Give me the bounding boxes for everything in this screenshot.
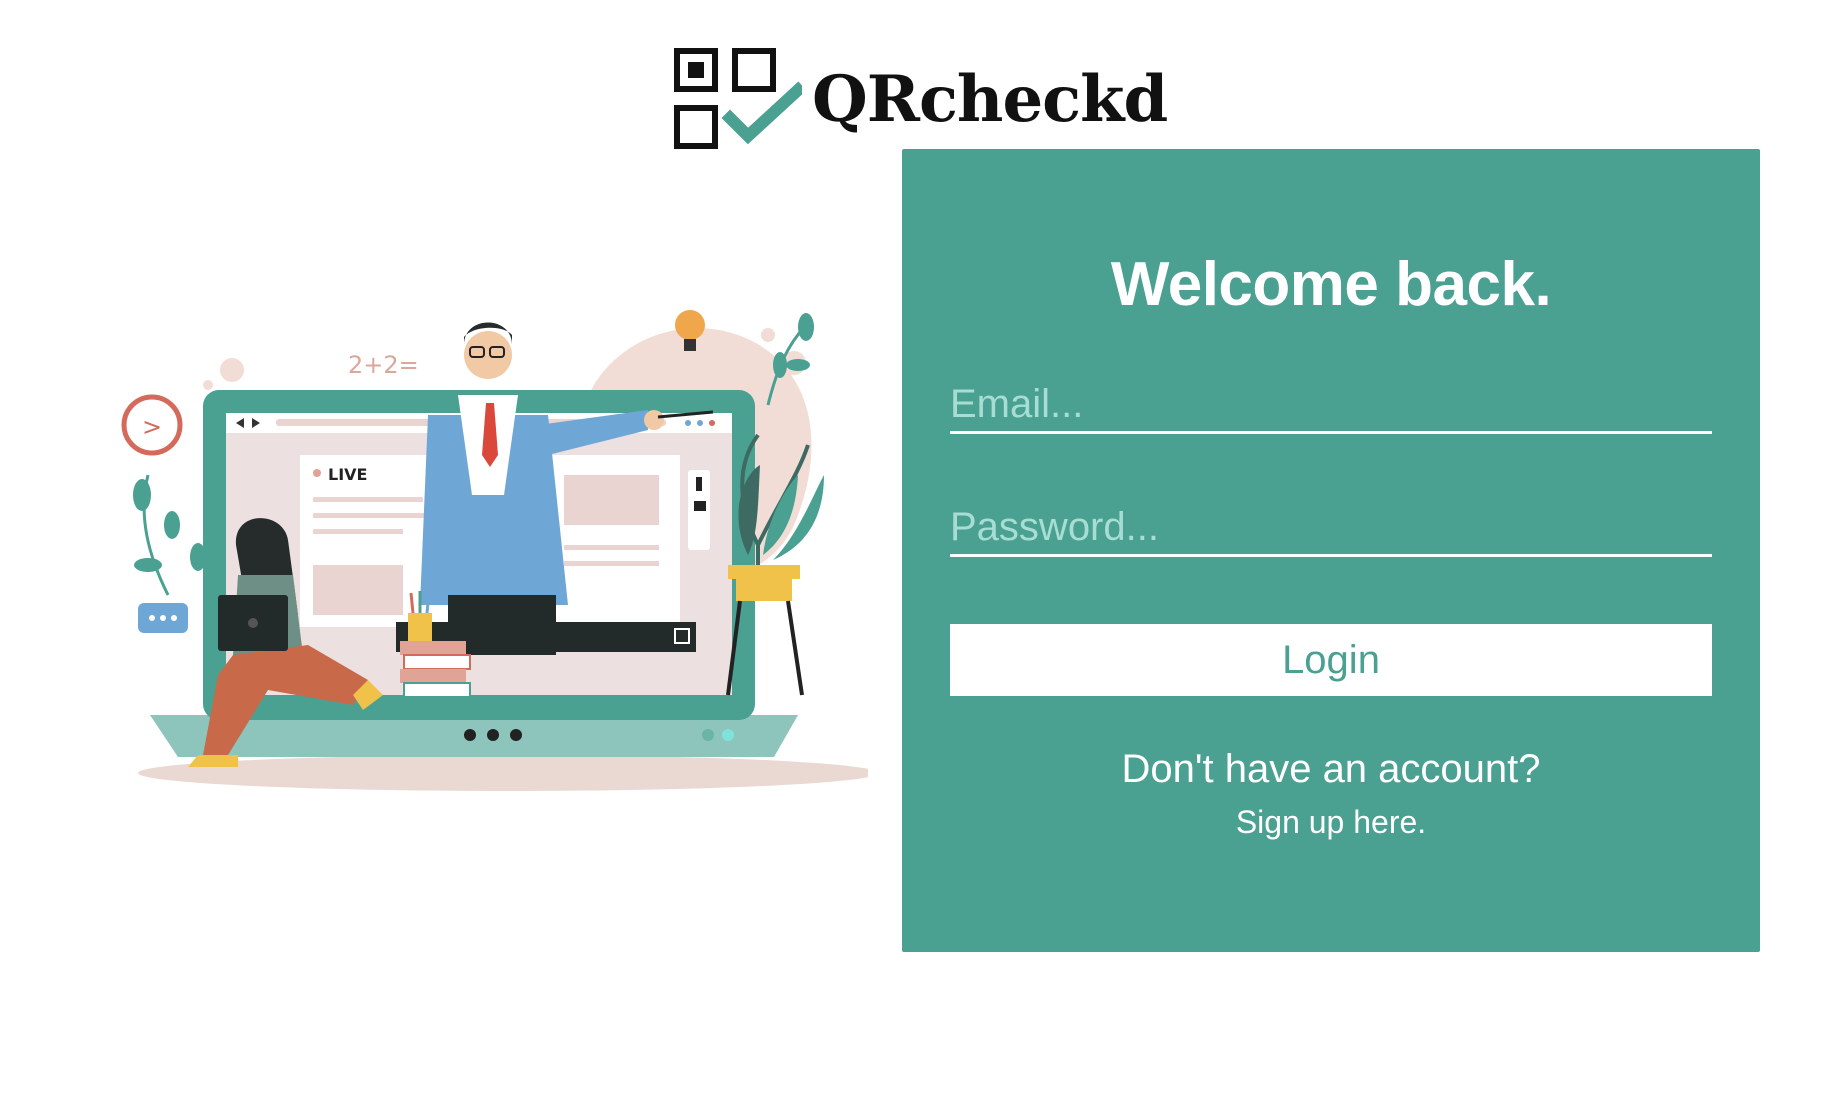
svg-text:>: > bbox=[142, 413, 162, 441]
password-field[interactable] bbox=[950, 501, 1712, 557]
login-button[interactable]: Login bbox=[950, 624, 1712, 696]
login-page: QRcheckd > 2+2= LIVE Welcome back. Email… bbox=[0, 0, 1843, 1110]
math-scribble: 2+2= bbox=[348, 351, 419, 379]
live-badge: LIVE bbox=[328, 465, 367, 484]
no-account-text: Don't have an account? bbox=[1121, 747, 1541, 791]
qr-checklist-icon bbox=[674, 48, 807, 150]
online-class-illustration: > 2+2= LIVE bbox=[108, 295, 878, 805]
brand-name: QRcheckd bbox=[812, 61, 1168, 137]
page-title: Welcome back. bbox=[1110, 250, 1552, 319]
signup-link[interactable]: Sign up here. bbox=[902, 804, 1760, 841]
email-field[interactable] bbox=[950, 378, 1712, 434]
login-card: Welcome back. Login Don't have an accoun… bbox=[902, 149, 1760, 952]
brand-logo[interactable]: QRcheckd bbox=[674, 48, 1168, 150]
